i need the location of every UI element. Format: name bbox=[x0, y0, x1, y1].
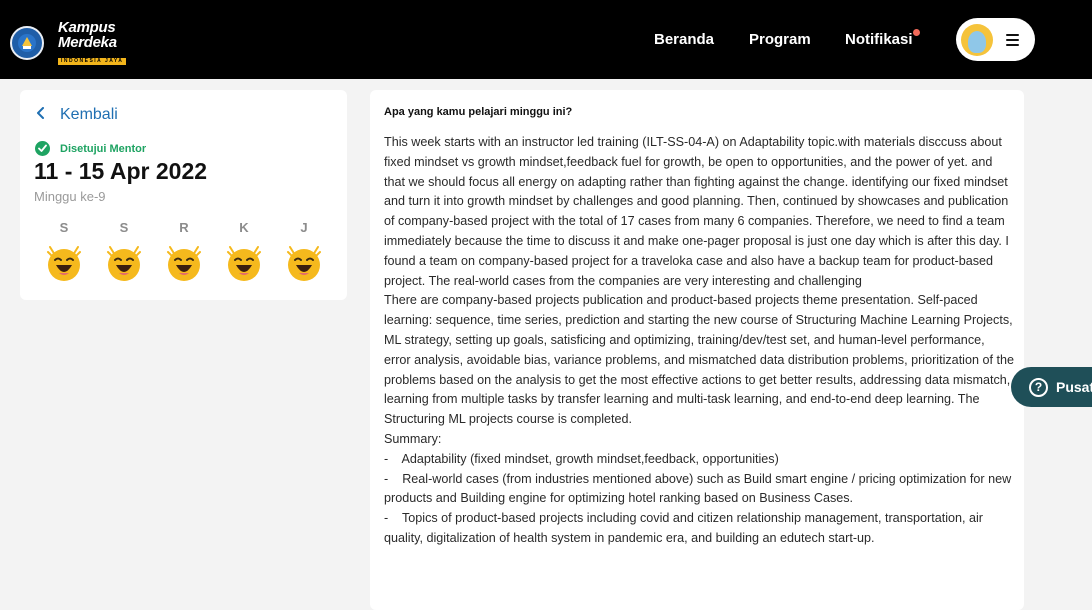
report-answer: This week starts with an instructor led … bbox=[384, 135, 1015, 545]
nav-notifikasi[interactable]: Notifikasi bbox=[845, 31, 913, 48]
approval-status: Disetujui Mentor bbox=[35, 141, 146, 156]
brand-tagline: INDONESIA JAYA bbox=[58, 58, 127, 65]
day-letter: J bbox=[300, 220, 308, 235]
back-link[interactable]: Kembali bbox=[36, 106, 118, 124]
back-label: Kembali bbox=[60, 106, 118, 123]
laughing-face-icon bbox=[44, 243, 84, 288]
top-navbar: Kampus Merdeka INDONESIA JAYA Beranda Pr… bbox=[0, 0, 1092, 79]
day-column: S bbox=[104, 220, 144, 288]
day-letter: R bbox=[179, 220, 189, 235]
tut-wuri-emblem-icon bbox=[10, 26, 44, 60]
week-summary-card: Kembali Disetujui Mentor 11 - 15 Apr 202… bbox=[20, 90, 347, 300]
question-circle-icon: ? bbox=[1029, 377, 1048, 397]
nav-program[interactable]: Program bbox=[749, 31, 811, 48]
approval-status-text: Disetujui Mentor bbox=[60, 142, 147, 155]
week-date-range: 11 - 15 Apr 2022 bbox=[34, 158, 208, 184]
brand-line1: Kampus bbox=[58, 19, 116, 36]
laughing-face-icon bbox=[284, 243, 324, 288]
help-center-label: Pusat bbox=[1056, 379, 1092, 395]
weekly-report-card: Apa yang kamu pelajari minggu ini? This … bbox=[370, 90, 1024, 610]
chevron-left-icon bbox=[36, 106, 46, 124]
laughing-face-icon bbox=[224, 243, 264, 288]
brand-line2: Merdeka bbox=[58, 34, 117, 51]
laughing-face-icon bbox=[104, 243, 144, 288]
laughing-face-icon bbox=[164, 243, 204, 288]
day-column: J bbox=[284, 220, 324, 288]
hamburger-menu-icon bbox=[1006, 34, 1019, 49]
day-letter: S bbox=[59, 220, 69, 235]
day-letter: S bbox=[119, 220, 129, 235]
day-column: R bbox=[164, 220, 204, 288]
profile-menu-button[interactable] bbox=[956, 18, 1035, 61]
day-letter: K bbox=[239, 220, 249, 235]
brand-logo[interactable]: Kampus Merdeka INDONESIA JAYA bbox=[10, 19, 127, 66]
nav-beranda[interactable]: Beranda bbox=[654, 31, 714, 48]
check-circle-icon bbox=[35, 141, 50, 156]
day-column: K bbox=[224, 220, 264, 288]
daily-mood-row: SSRKJ bbox=[44, 220, 324, 284]
brand-wordmark: Kampus Merdeka INDONESIA JAYA bbox=[58, 19, 127, 66]
avatar bbox=[961, 24, 993, 56]
notification-dot bbox=[913, 29, 920, 36]
report-question: Apa yang kamu pelajari minggu ini? bbox=[384, 106, 573, 118]
week-number: Minggu ke-9 bbox=[34, 189, 106, 204]
help-center-button[interactable]: ? Pusat bbox=[1011, 367, 1092, 407]
day-column: S bbox=[44, 220, 84, 288]
